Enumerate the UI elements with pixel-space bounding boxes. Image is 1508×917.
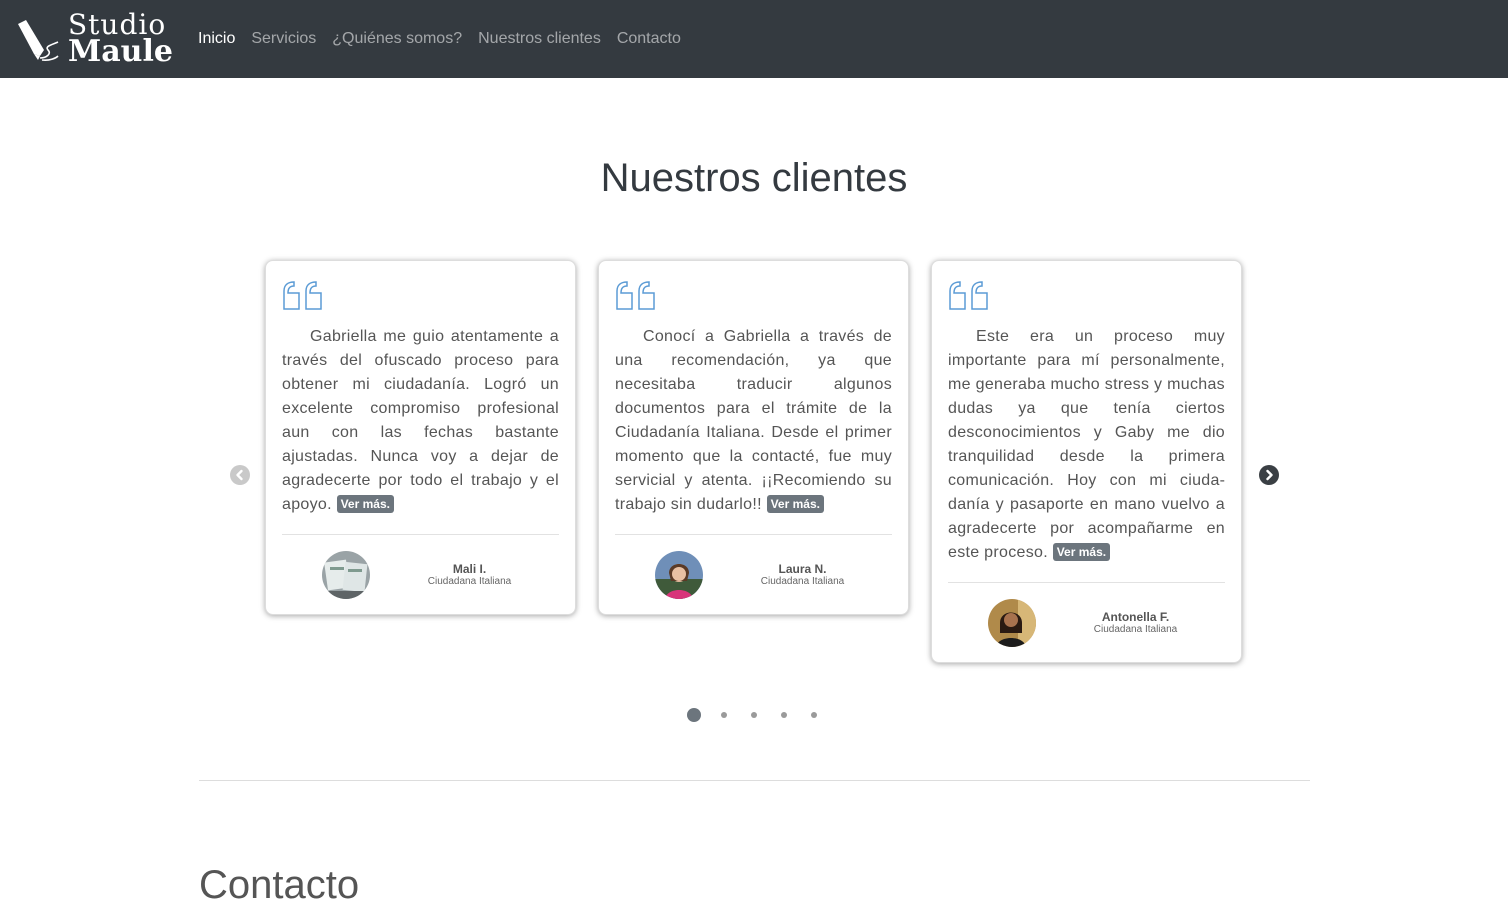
testimonial-card: Conocí a Gabriella a través de una recom… — [598, 260, 909, 615]
pen-nib-icon — [18, 20, 59, 61]
carousel-indicators — [0, 707, 1508, 723]
carousel-prev-button[interactable] — [230, 465, 250, 485]
testimonial-body: Este era un proceso muy importan­te para… — [948, 328, 1225, 561]
author-info: Antonella F. Ciudadana Italiana — [1046, 610, 1225, 636]
testimonial-author: Laura N. Ciudadana Italiana — [615, 551, 892, 599]
author-role: Ciudadana Italiana — [1093, 624, 1178, 635]
carousel-indicator-4[interactable] — [781, 712, 787, 718]
navbar: Studio Maule Inicio Servicios ¿Quiénes s… — [0, 0, 1508, 78]
testimonial-card: Gabriella me guio atentamente a través d… — [265, 260, 576, 615]
avatar — [655, 551, 703, 599]
author-name: Mali I. — [452, 562, 487, 576]
quote-icon — [616, 281, 655, 310]
carousel-next-button[interactable] — [1259, 465, 1279, 485]
carousel-indicator-5[interactable] — [811, 712, 817, 718]
testimonial-body: Conocí a Gabriella a través de una recom… — [615, 328, 892, 513]
brand-line2: Maule — [68, 34, 173, 69]
testimonial-author: Antonella F. Ciudadana Italiana — [948, 599, 1225, 647]
nav-item-quienes-somos[interactable]: ¿Quiénes somos? — [324, 30, 470, 48]
carousel-indicator-2[interactable] — [721, 712, 727, 718]
author-info: Laura N. Ciudadana Italiana — [713, 562, 892, 588]
see-more-button[interactable]: Ver más. — [766, 495, 824, 513]
brand-name: Studio Maule — [68, 11, 173, 67]
author-role: Ciudadana Italiana — [427, 576, 512, 587]
testimonial-author: Mali I. Ciudadana Italiana — [282, 551, 559, 599]
author-role: Ciudadana Italiana — [760, 576, 845, 587]
author-name: Antonella F. — [1101, 610, 1170, 624]
card-divider — [615, 534, 892, 535]
avatar — [988, 599, 1036, 647]
testimonial-body: Gabriella me guio atentamente a través d… — [282, 328, 559, 513]
quote-icon — [949, 281, 988, 310]
chevron-left-icon — [236, 469, 243, 481]
avatar — [322, 551, 370, 599]
nav-item-nuestros-clientes[interactable]: Nuestros clientes — [470, 30, 609, 48]
quote-icon — [283, 281, 322, 310]
clients-section-title: Nuestros clientes — [600, 156, 908, 200]
chevron-right-icon — [1266, 469, 1273, 481]
nav-item-inicio[interactable]: Inicio — [190, 30, 243, 48]
author-info: Mali I. Ciudadana Italiana — [380, 562, 559, 588]
nav-links: Inicio Servicios ¿Quiénes somos? Nuestro… — [190, 30, 689, 48]
card-divider — [282, 534, 559, 535]
see-more-button[interactable]: Ver más. — [336, 495, 394, 513]
nav-item-servicios[interactable]: Servicios — [243, 30, 324, 48]
testimonial-card: Este era un proceso muy importan­te para… — [931, 260, 1242, 663]
contact-section-title: Contacto — [199, 863, 360, 907]
nav-item-contacto[interactable]: Contacto — [609, 30, 689, 48]
testimonial-text: Gabriella me guio atentamente a través d… — [282, 325, 559, 517]
testimonial-text: Conocí a Gabriella a través de una recom… — [615, 325, 892, 517]
author-name: Laura N. — [778, 562, 827, 576]
carousel-indicator-1[interactable] — [687, 708, 701, 722]
section-divider — [199, 780, 1310, 781]
carousel-indicator-3[interactable] — [751, 712, 757, 718]
testimonial-text: Este era un proceso muy importan­te para… — [948, 325, 1225, 565]
see-more-button[interactable]: Ver más. — [1052, 543, 1111, 561]
brand-logo[interactable]: Studio Maule — [14, 0, 174, 78]
card-divider — [948, 582, 1225, 583]
